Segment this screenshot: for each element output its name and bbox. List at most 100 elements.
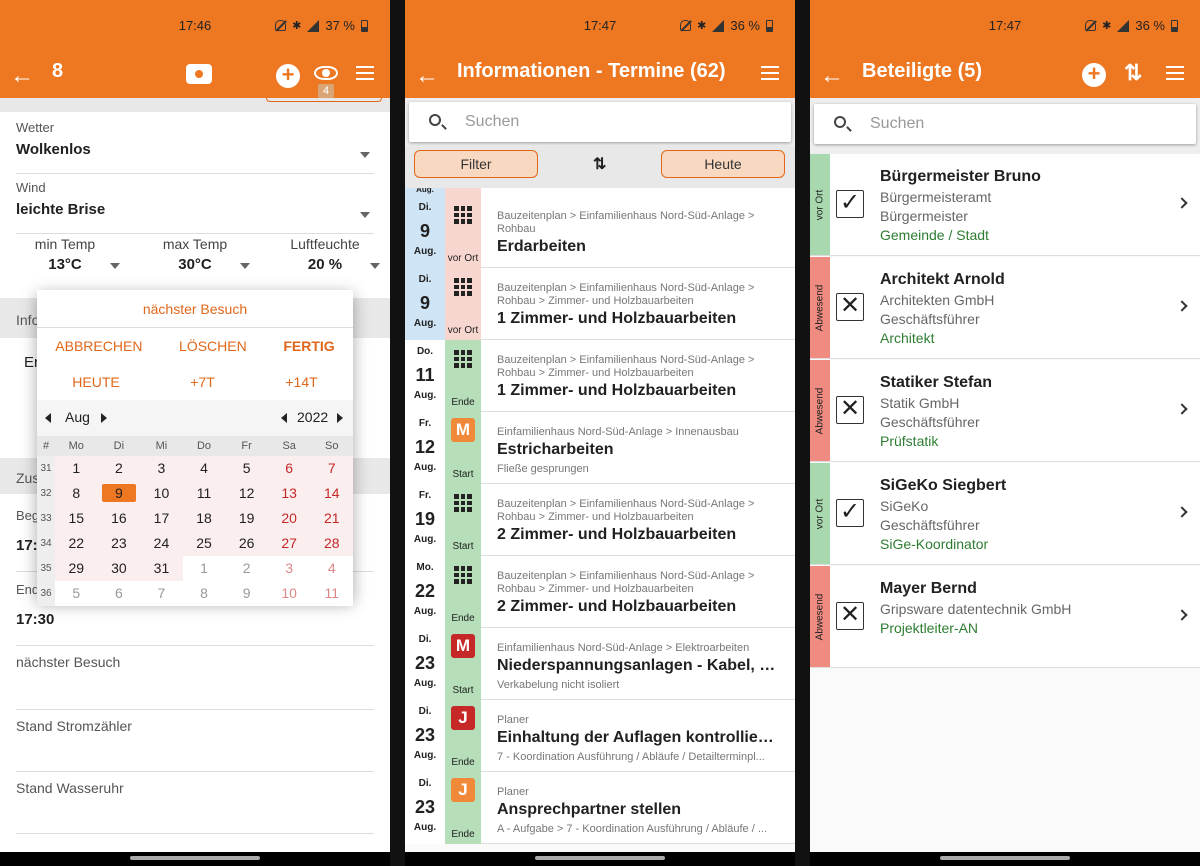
max-temp-select[interactable]: max Temp 30°C <box>140 236 250 273</box>
humidity-select[interactable]: Luftfeuchte 20 % <box>270 236 380 273</box>
calendar-day[interactable]: 30 <box>97 556 141 581</box>
plus-14-days-button[interactable]: +14T <box>285 364 317 400</box>
chevron-right-icon[interactable] <box>1176 300 1188 312</box>
camera-icon[interactable] <box>186 64 212 84</box>
chevron-right-icon[interactable] <box>1176 403 1188 415</box>
calendar-day[interactable]: 11 <box>182 481 226 506</box>
calendar-day[interactable]: 7 <box>140 581 183 606</box>
appointment-item[interactable]: Di. 9 Aug. vor Ort Bauzeitenplan > Einfamili… <box>405 196 795 268</box>
calendar-day[interactable]: 3 <box>140 456 183 481</box>
participant-item[interactable]: Abwesend ✕ Architekt Arnold Architekten Gmb… <box>810 257 1200 359</box>
calendar-day[interactable]: 21 <box>310 506 354 531</box>
calendar-day[interactable]: 1 <box>182 556 226 581</box>
calendar-day[interactable]: 19 <box>225 506 268 531</box>
water-meter-field[interactable]: Stand Wasseruhr <box>16 778 374 834</box>
calendar-day-selected[interactable]: 9 <box>97 481 141 506</box>
calendar-day[interactable]: 31 <box>140 556 183 581</box>
menu-icon[interactable] <box>1166 66 1184 80</box>
calendar-day[interactable]: 14 <box>310 481 354 506</box>
search-input[interactable]: Suchen <box>814 104 1196 144</box>
chevron-right-icon[interactable] <box>1176 197 1188 209</box>
filter-button[interactable]: Filter <box>414 150 538 178</box>
search-input[interactable]: Suchen <box>409 102 791 142</box>
calendar-day[interactable]: 13 <box>267 481 311 506</box>
calendar-day[interactable]: 17 <box>140 506 183 531</box>
appointment-item[interactable]: Mo. 22 Aug. Ende Bauzeitenplan > Einfamilien… <box>405 556 795 628</box>
power-meter-field[interactable]: Stand Stromzähler <box>16 716 374 772</box>
back-arrow-icon[interactable]: ← <box>10 62 34 90</box>
eye-icon[interactable] <box>314 66 338 80</box>
calendar-day[interactable]: 5 <box>55 581 98 606</box>
prev-year-icon[interactable] <box>281 413 287 423</box>
presence-checkbox[interactable]: ✓ <box>836 499 864 527</box>
calendar-day[interactable]: 23 <box>97 531 141 556</box>
chevron-right-icon[interactable] <box>1176 506 1188 518</box>
chevron-right-icon[interactable] <box>1176 609 1188 621</box>
presence-checkbox[interactable]: ✕ <box>836 293 864 321</box>
calendar-day[interactable]: 1 <box>55 456 98 481</box>
participant-item[interactable]: vor Ort ✓ Bürgermeister Bruno Bürgermeister… <box>810 154 1200 256</box>
appointment-item[interactable]: Di. 9 Aug. vor Ort Bauzeitenplan > Einfamili… <box>405 268 795 340</box>
calendar-day[interactable]: 2 <box>225 556 268 581</box>
add-icon[interactable]: + <box>1082 63 1106 87</box>
calendar-day[interactable]: 15 <box>55 506 98 531</box>
sort-icon[interactable]: ⇅ <box>1124 60 1142 86</box>
plus-7-days-button[interactable]: +7T <box>190 364 215 400</box>
next-visit-field[interactable]: nächster Besuch <box>16 652 374 710</box>
calendar-day[interactable]: 26 <box>225 531 268 556</box>
calendar-day[interactable]: 28 <box>310 531 354 556</box>
menu-icon[interactable] <box>761 66 779 80</box>
calendar-day[interactable]: 10 <box>267 581 311 606</box>
appointment-item[interactable]: Do. 11 Aug. Ende Bauzeitenplan > Einfamilien… <box>405 340 795 412</box>
back-arrow-icon[interactable]: ← <box>415 62 439 90</box>
calendar-day[interactable]: 5 <box>225 456 268 481</box>
wind-field[interactable]: Wind leichte Brise <box>16 180 374 234</box>
calendar-day[interactable]: 2 <box>97 456 141 481</box>
back-arrow-icon[interactable]: ← <box>820 62 844 90</box>
calendar-day[interactable]: 24 <box>140 531 183 556</box>
participant-item[interactable]: Abwesend ✕ Mayer Bernd Gripsware datentechn… <box>810 566 1200 668</box>
next-year-icon[interactable] <box>337 413 343 423</box>
calendar-day[interactable]: 10 <box>140 481 183 506</box>
calendar-day[interactable]: 12 <box>225 481 268 506</box>
calendar-day[interactable]: 11 <box>310 581 354 606</box>
calendar-day[interactable]: 6 <box>267 456 311 481</box>
weather-field[interactable]: Wetter Wolkenlos <box>16 120 374 174</box>
presence-checkbox[interactable]: ✓ <box>836 190 864 218</box>
calendar-day[interactable]: 8 <box>55 481 98 506</box>
today-button[interactable]: HEUTE <box>72 364 119 400</box>
calendar-day[interactable]: 3 <box>267 556 311 581</box>
add-icon[interactable]: + <box>276 64 300 88</box>
appointment-item[interactable]: Di. 23 Aug. J Ende Planer Ansprechpartner stel… <box>405 772 795 844</box>
calendar-day[interactable]: 4 <box>182 456 226 481</box>
calendar-day[interactable]: 22 <box>55 531 98 556</box>
presence-checkbox[interactable]: ✕ <box>836 602 864 630</box>
today-button[interactable]: Heute <box>661 150 785 178</box>
cancel-button[interactable]: ABBRECHEN <box>55 328 142 364</box>
calendar-day[interactable]: 29 <box>55 556 98 581</box>
calendar-day[interactable]: 9 <box>225 581 268 606</box>
next-month-icon[interactable] <box>101 413 107 423</box>
calendar-day[interactable]: 25 <box>182 531 226 556</box>
participant-item[interactable]: vor Ort ✓ SiGeKo Siegbert SiGeKo Geschäftsfü… <box>810 463 1200 565</box>
calendar-day[interactable]: 27 <box>267 531 311 556</box>
done-button[interactable]: FERTIG <box>283 328 334 364</box>
appointment-item[interactable]: Fr. 12 Aug. M Start Einfamilienhaus Nord-Süd-… <box>405 412 795 484</box>
calendar-day[interactable]: 18 <box>182 506 226 531</box>
calendar-day[interactable]: 4 <box>310 556 354 581</box>
appointment-item[interactable]: Fr. 19 Aug. Start Bauzeitenplan > Einfamilie… <box>405 484 795 556</box>
calendar-day[interactable]: 7 <box>310 456 354 481</box>
calendar-day[interactable]: 20 <box>267 506 311 531</box>
calendar-day[interactable]: 8 <box>182 581 226 606</box>
calendar-day[interactable]: 6 <box>97 581 141 606</box>
prev-month-icon[interactable] <box>45 413 51 423</box>
delete-button[interactable]: LÖSCHEN <box>179 328 247 364</box>
min-temp-select[interactable]: min Temp 13°C <box>10 236 120 273</box>
participant-item[interactable]: Abwesend ✕ Statiker Stefan Statik GmbH Gesch… <box>810 360 1200 462</box>
presence-checkbox[interactable]: ✕ <box>836 396 864 424</box>
calendar-day[interactable]: 16 <box>97 506 141 531</box>
menu-icon[interactable] <box>356 66 374 80</box>
appointment-item[interactable]: Di. 23 Aug. J Ende Planer Einhaltung der Aufla… <box>405 700 795 772</box>
appointment-item[interactable]: Di. 23 Aug. M Start Einfamilienhaus Nord-Süd-… <box>405 628 795 700</box>
sort-icon[interactable]: ⇅ <box>593 154 606 174</box>
